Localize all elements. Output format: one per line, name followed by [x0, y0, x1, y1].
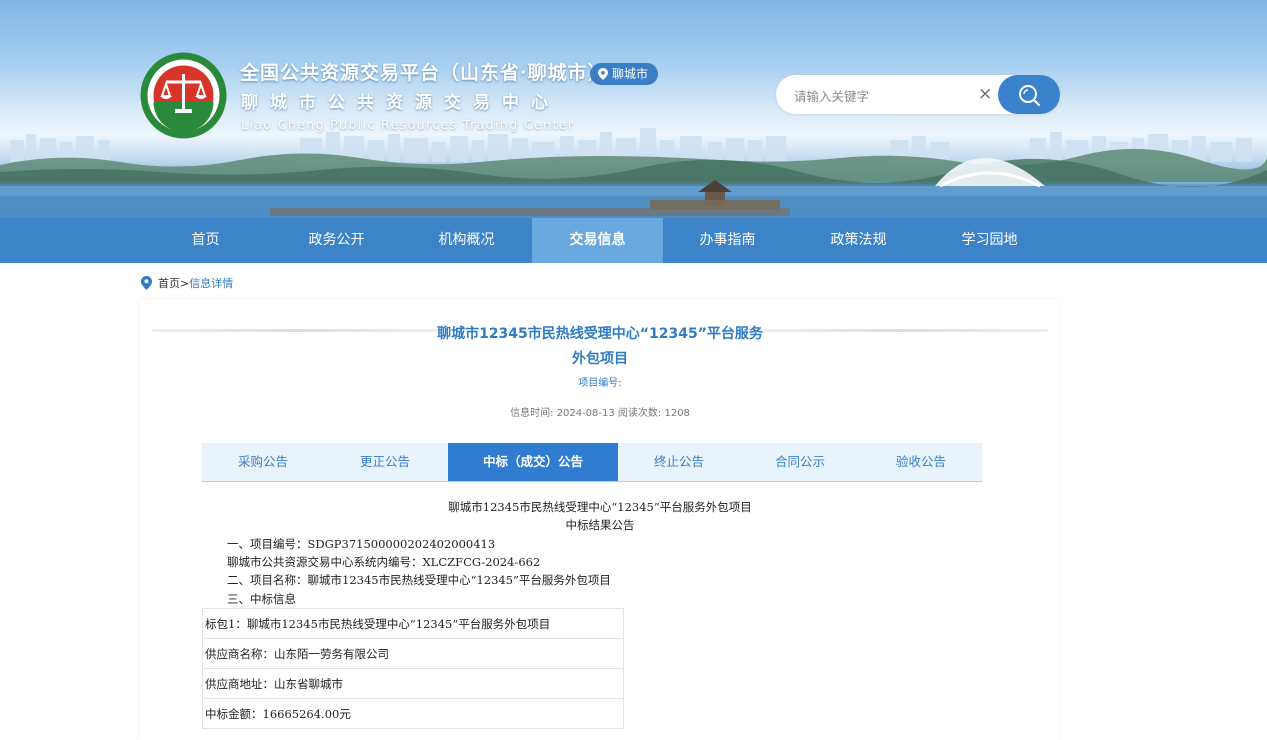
nav-item-policies[interactable]: 政策法规 [793, 218, 924, 263]
clear-icon[interactable]: × [978, 84, 992, 104]
title-divider-left [152, 329, 442, 332]
project-name-line: 二、项目名称：聊城市12345市民热线受理中心“12345”平台服务外包项目 [227, 573, 611, 587]
breadcrumb-home[interactable]: 首页 [158, 277, 180, 290]
document-title: 聊城市12345市民热线受理中心“12345”平台服务外包项目 中标结果公告 [448, 500, 752, 532]
supplier-name-cell: 供应商名称：山东陌一劳务有限公司 [202, 638, 624, 669]
breadcrumb: 首页>信息详情 [141, 275, 233, 291]
supplier-address-cell: 供应商地址：山东省聊城市 [202, 668, 624, 699]
table-row: 中标金额：16665264.00元 [202, 698, 624, 729]
center-name-en: Liao Cheng Public Resources Trading Cent… [241, 117, 575, 132]
search-box: × [776, 75, 1060, 114]
nav-item-service-guide[interactable]: 办事指南 [662, 218, 793, 263]
main-nav: 首页 政务公开 机构概况 交易信息 办事指南 政策法规 学习园地 [0, 218, 1267, 263]
article-title: 聊城市12345市民热线受理中心“12345”平台服务 外包项目 [437, 326, 763, 367]
award-info-table: 标包1：聊城市12345市民热线受理中心“12345”平台服务外包项目 供应商名… [202, 608, 624, 729]
announcement-tabs: 采购公告 更正公告 中标（成交）公告 终止公告 合同公示 验收公告 [202, 443, 982, 482]
tab-termination-notice[interactable]: 终止公告 [618, 443, 740, 481]
table-row: 供应商名称：山东陌一劳务有限公司 [202, 638, 624, 669]
tab-acceptance-notice[interactable]: 验收公告 [860, 443, 982, 481]
breadcrumb-separator: > [180, 277, 190, 290]
nav-item-government-affairs[interactable]: 政务公开 [271, 218, 402, 263]
map-pin-icon [598, 68, 608, 80]
tab-procurement-notice[interactable]: 采购公告 [202, 443, 324, 481]
center-name-cn: 聊城市公共资源交易中心 [241, 93, 560, 113]
nav-item-home[interactable]: 首页 [140, 218, 271, 263]
award-info-heading: 三、中标信息 [227, 592, 296, 606]
table-row: 供应商地址：山东省聊城市 [202, 668, 624, 699]
center-logo [140, 52, 227, 139]
internal-code-line: 聊城市公共资源交易中心系统内编号：XLCZFCG-2024-662 [227, 555, 541, 569]
city-selector[interactable]: 聊城市 [590, 63, 659, 85]
search-input[interactable] [792, 85, 976, 107]
table-row: 标包1：聊城市12345市民热线受理中心“12345”平台服务外包项目 [202, 608, 624, 639]
nav-item-learning[interactable]: 学习园地 [924, 218, 1055, 263]
nav-item-organization[interactable]: 机构概况 [401, 218, 532, 263]
article-meta: 信息时间: 2024-08-13 阅读次数: 1208 [510, 408, 690, 419]
lot-cell: 标包1：聊城市12345市民热线受理中心“12345”平台服务外包项目 [202, 608, 624, 639]
location-pin-icon [141, 276, 152, 290]
award-amount-cell: 中标金额：16665264.00元 [202, 698, 624, 729]
title-divider-right [758, 329, 1048, 332]
tab-award-notice[interactable]: 中标（成交）公告 [448, 443, 618, 481]
header-banner: 全国公共资源交易平台（山东省·聊城市） 聊城市公共资源交易中心 Liao Che… [0, 0, 1267, 218]
tab-contract-notice[interactable]: 合同公示 [739, 443, 861, 481]
project-code-line: 一、项目编号：SDGP371500000202402000413 [227, 537, 496, 551]
search-icon [1019, 84, 1040, 106]
nav-item-trading-info[interactable]: 交易信息 [532, 218, 663, 263]
search-button[interactable] [998, 75, 1060, 114]
breadcrumb-current: 信息详情 [189, 277, 234, 290]
city-label: 聊城市 [612, 67, 649, 81]
platform-title: 全国公共资源交易平台（山东省·聊城市） [240, 62, 608, 84]
tab-correction-notice[interactable]: 更正公告 [324, 443, 446, 481]
project-number: 项目编号: [578, 378, 622, 389]
